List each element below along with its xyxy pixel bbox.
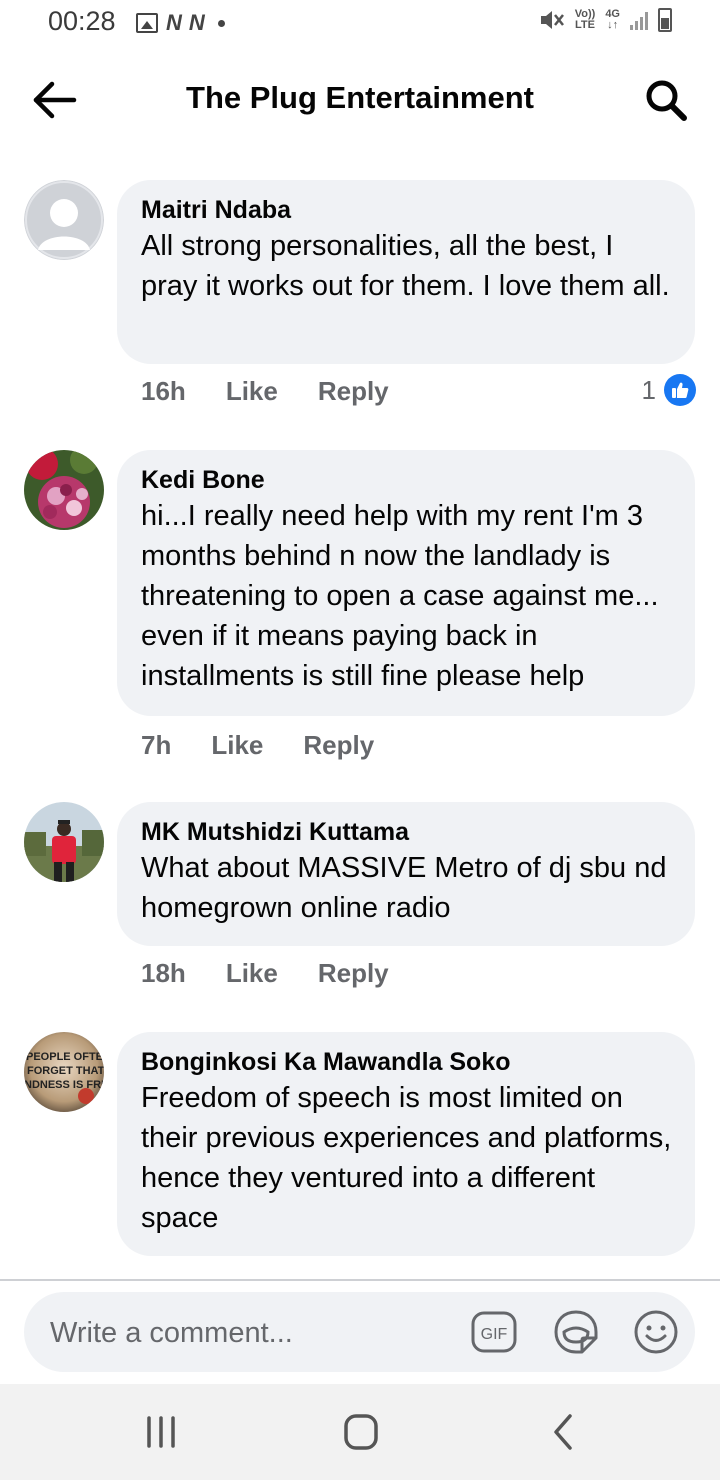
comment-time: 7h bbox=[141, 730, 172, 760]
comment-text: hi...I really need help with my rent I'm… bbox=[141, 500, 659, 692]
back-nav-button[interactable] bbox=[538, 1410, 588, 1454]
comment-time: 16h bbox=[141, 376, 186, 406]
svg-text:GIF: GIF bbox=[481, 1326, 508, 1343]
search-button[interactable] bbox=[642, 76, 690, 124]
reply-button[interactable]: Reply bbox=[318, 958, 389, 989]
comment-text: What about MASSIVE Metro of dj sbu nd ho… bbox=[141, 852, 667, 924]
recent-apps-button[interactable] bbox=[136, 1410, 186, 1454]
n-notification-icon: N bbox=[188, 10, 205, 35]
reply-button[interactable]: Reply bbox=[303, 730, 374, 761]
comment-input[interactable] bbox=[48, 1310, 452, 1356]
more-notifications-dot bbox=[217, 19, 225, 27]
n-notification-icon: N bbox=[166, 10, 182, 35]
comment-actions: 16h Like Reply bbox=[141, 376, 389, 407]
like-button[interactable]: Like bbox=[226, 958, 278, 989]
emoji-button[interactable] bbox=[632, 1308, 680, 1356]
like-button[interactable]: Like bbox=[226, 376, 278, 407]
battery-icon bbox=[658, 8, 672, 32]
default-avatar-icon bbox=[24, 180, 104, 260]
commenter-name[interactable]: Bonginkosi Ka Mawandla Soko bbox=[141, 1046, 673, 1078]
avatar[interactable] bbox=[24, 802, 104, 882]
search-icon bbox=[646, 80, 687, 121]
comment-time: 18h bbox=[141, 958, 186, 988]
recent-apps-icon bbox=[147, 1416, 175, 1448]
comment-bubble[interactable]: Kedi Bone hi...I really need help with m… bbox=[117, 450, 695, 716]
comment-bubble[interactable]: Bonginkosi Ka Mawandla Soko Freedom of s… bbox=[117, 1032, 695, 1256]
like-button[interactable]: Like bbox=[211, 730, 263, 761]
avatar[interactable] bbox=[24, 180, 104, 260]
comment-bubble[interactable]: MK Mutshidzi Kuttama What about MASSIVE … bbox=[117, 802, 695, 946]
commenter-name[interactable]: Maitri Ndaba bbox=[141, 194, 673, 226]
commenter-name[interactable]: MK Mutshidzi Kuttama bbox=[141, 816, 673, 848]
comment-actions: 7h Like Reply bbox=[141, 730, 374, 761]
comment-text: All strong personalities, all the best, … bbox=[141, 230, 670, 302]
gif-button[interactable]: GIF bbox=[470, 1308, 518, 1356]
emoji-icon bbox=[634, 1310, 678, 1354]
avatar-quote-line: PEOPLE OFTEN bbox=[26, 1051, 104, 1063]
flower-avatar-icon bbox=[24, 450, 104, 530]
thumbs-up-icon bbox=[664, 374, 696, 406]
reaction-number: 1 bbox=[641, 374, 656, 405]
home-icon bbox=[344, 1414, 378, 1450]
status-bar: 00:28 N N Vo)) LTE 4G ↓↑ bbox=[0, 0, 720, 48]
notification-icons: N N bbox=[136, 10, 225, 36]
reply-button[interactable]: Reply bbox=[318, 376, 389, 407]
comments-list[interactable]: Maitri Ndaba All strong personalities, a… bbox=[0, 150, 720, 1280]
reaction-count[interactable]: 1 bbox=[642, 374, 696, 406]
composer-divider bbox=[0, 1279, 720, 1281]
comment-bubble[interactable]: Maitri Ndaba All strong personalities, a… bbox=[117, 180, 695, 364]
home-button[interactable] bbox=[336, 1410, 386, 1454]
system-icons: Vo)) LTE 4G ↓↑ bbox=[539, 8, 672, 32]
quote-avatar-icon: PEOPLE OFTEN FORGET THAT NDNESS IS FRE bbox=[24, 1032, 104, 1112]
avatar-quote-line: NDNESS IS FRE bbox=[24, 1079, 104, 1091]
page-title: The Plug Entertainment bbox=[186, 80, 534, 115]
avatar-quote-line: FORGET THAT bbox=[27, 1065, 104, 1077]
comment-composer: GIF bbox=[24, 1292, 695, 1372]
4g-icon: 4G ↓↑ bbox=[605, 8, 620, 31]
avatar[interactable]: PEOPLE OFTEN FORGET THAT NDNESS IS FRE bbox=[24, 1032, 104, 1112]
volte-icon: Vo)) LTE bbox=[574, 8, 596, 31]
avatar[interactable] bbox=[24, 450, 104, 530]
top-app-bar: The Plug Entertainment bbox=[0, 60, 720, 140]
comment-actions: 18h Like Reply bbox=[141, 958, 389, 989]
commenter-name[interactable]: Kedi Bone bbox=[141, 464, 673, 496]
mute-icon bbox=[540, 11, 564, 29]
sticker-button[interactable] bbox=[552, 1308, 600, 1356]
person-avatar-icon bbox=[24, 802, 104, 882]
status-time: 00:28 bbox=[48, 6, 116, 36]
gif-icon: GIF bbox=[471, 1311, 517, 1353]
chevron-left-icon bbox=[554, 1414, 572, 1450]
signal-icon bbox=[630, 10, 648, 30]
sticker-icon bbox=[554, 1310, 598, 1354]
gallery-notification-icon bbox=[136, 13, 158, 33]
comment-text: Freedom of speech is most limited on the… bbox=[141, 1082, 672, 1234]
system-navigation-bar bbox=[0, 1384, 720, 1480]
